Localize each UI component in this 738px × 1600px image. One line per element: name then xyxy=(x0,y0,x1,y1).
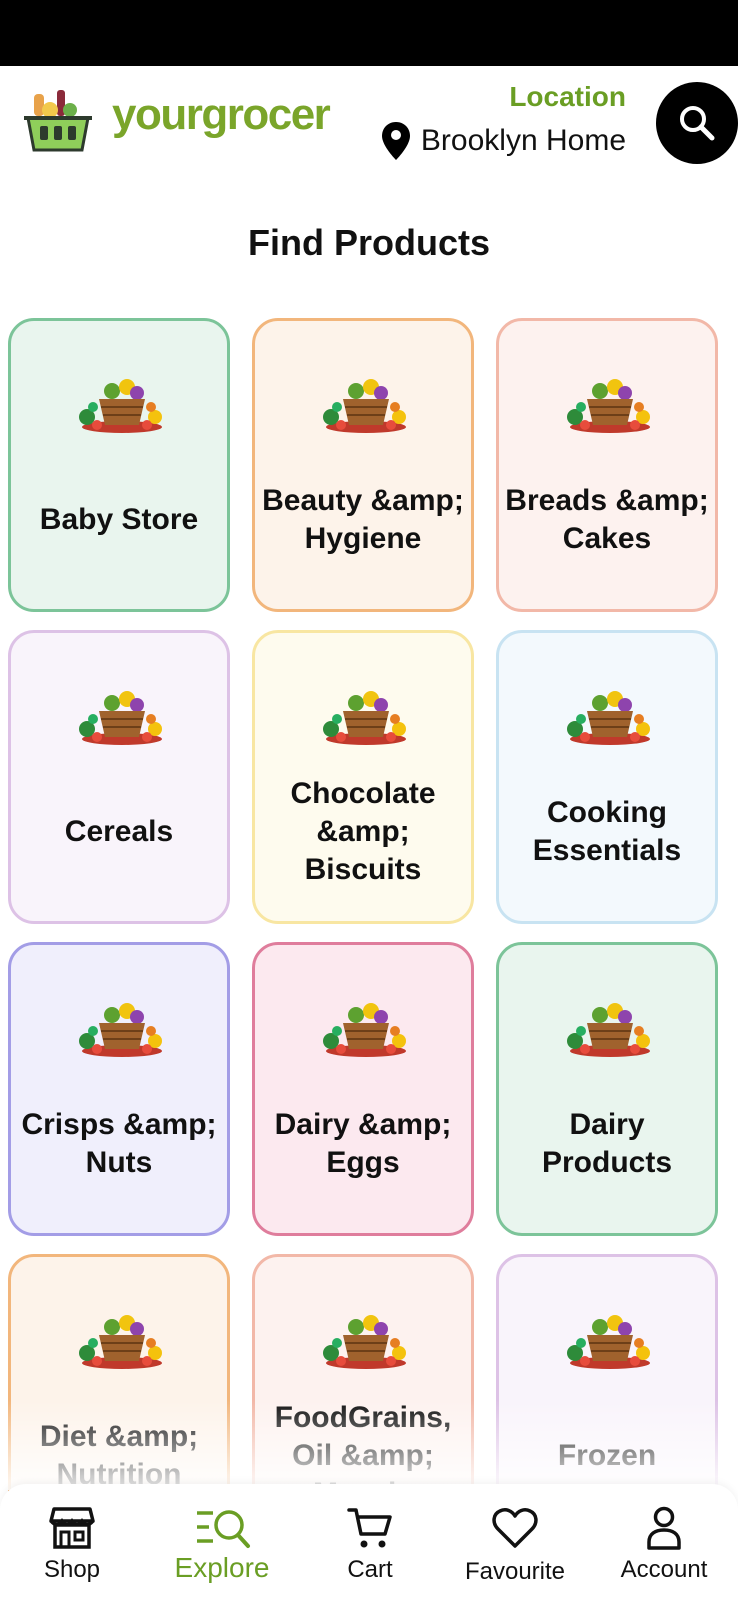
category-card[interactable]: Chocolate &amp; Biscuits xyxy=(252,630,474,924)
location-selector[interactable]: Brooklyn Home xyxy=(381,121,626,161)
produce-basket-image xyxy=(79,691,162,745)
page-title: Find Products xyxy=(248,222,490,263)
category-label: Cooking Essentials xyxy=(532,796,682,867)
category-label: Beauty &amp; Hygiene xyxy=(262,484,464,555)
produce-basket-image xyxy=(79,1003,162,1057)
nav-explore-label: Explore xyxy=(174,1552,270,1583)
produce-basket-image xyxy=(567,379,650,433)
nav-shop[interactable]: Shop xyxy=(2,1484,142,1600)
category-label: Chocolate &amp; Biscuits xyxy=(290,777,436,886)
search-button[interactable] xyxy=(656,82,738,164)
app-header: yourgrocer Location Brooklyn Home xyxy=(0,66,738,216)
bottom-navigation: Shop Explore Cart Favourite Account xyxy=(0,1484,738,1600)
category-label: Crisps &amp; Nuts xyxy=(21,1108,217,1179)
nav-favourite[interactable]: Favourite xyxy=(445,1484,585,1600)
category-card[interactable]: Dairy &amp; Eggs xyxy=(252,942,474,1236)
produce-basket-image xyxy=(79,1315,162,1369)
produce-basket-image xyxy=(567,1003,650,1057)
brand-name: yourgrocer xyxy=(112,90,331,139)
produce-basket-image xyxy=(323,1003,406,1057)
heart-icon xyxy=(492,1508,538,1548)
category-label: Dairy &amp; Eggs xyxy=(274,1108,452,1179)
user-icon xyxy=(647,1506,681,1550)
nav-cart[interactable]: Cart xyxy=(300,1484,440,1600)
nav-favourite-label: Favourite xyxy=(464,1558,566,1585)
grocery-basket-logo-icon xyxy=(24,90,92,152)
category-card[interactable]: Breads &amp; Cakes xyxy=(496,318,718,612)
category-card[interactable]: Beauty &amp; Hygiene xyxy=(252,318,474,612)
nav-account[interactable]: Account xyxy=(594,1484,734,1600)
category-card[interactable]: Baby Store xyxy=(8,318,230,612)
store-icon xyxy=(49,1507,95,1549)
cart-icon xyxy=(347,1508,392,1548)
produce-basket-image xyxy=(567,1315,650,1369)
nav-shop-label: Shop xyxy=(43,1556,101,1583)
nav-explore[interactable]: Explore xyxy=(152,1484,292,1600)
search-icon xyxy=(680,106,715,141)
explore-search-icon xyxy=(197,1510,250,1548)
produce-basket-image xyxy=(567,691,650,745)
category-card[interactable]: Cooking Essentials xyxy=(496,630,718,924)
category-label: Baby Store xyxy=(39,503,199,536)
category-card[interactable]: Cereals xyxy=(8,630,230,924)
nav-cart-label: Cart xyxy=(347,1556,393,1583)
produce-basket-image xyxy=(323,1315,406,1369)
category-label: Dairy Products xyxy=(541,1108,673,1179)
category-label: Cereals xyxy=(64,815,174,848)
category-label: Breads &amp; Cakes xyxy=(505,484,709,555)
produce-basket-image xyxy=(323,379,406,433)
produce-basket-image xyxy=(79,379,162,433)
nav-account-label: Account xyxy=(620,1556,708,1583)
map-pin-icon xyxy=(381,122,410,160)
location-value: Brooklyn Home xyxy=(420,124,626,157)
location-label: Location xyxy=(509,81,626,112)
scroll-fade xyxy=(0,1400,738,1490)
category-card[interactable]: Dairy Products xyxy=(496,942,718,1236)
produce-basket-image xyxy=(323,691,406,745)
category-card[interactable]: Crisps &amp; Nuts xyxy=(8,942,230,1236)
status-bar xyxy=(0,0,738,66)
